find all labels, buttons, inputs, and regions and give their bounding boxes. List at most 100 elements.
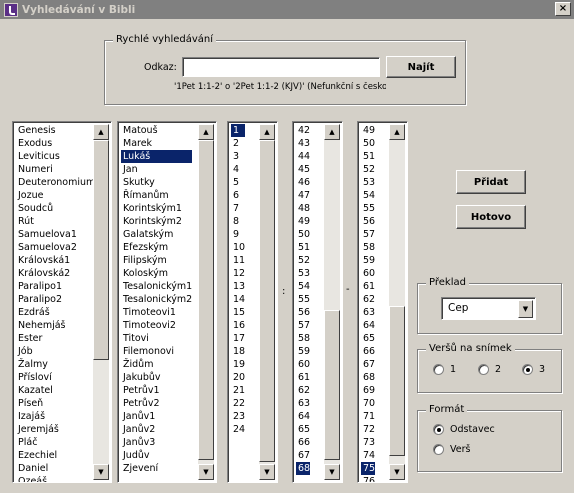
- list-item[interactable]: Pláč: [16, 436, 95, 449]
- list-item[interactable]: Žalmy: [16, 358, 95, 371]
- list-item[interactable]: Deuteronomium: [16, 176, 95, 189]
- scroll-up-arrow-icon[interactable]: ▲: [93, 124, 109, 140]
- radio-button[interactable]: [433, 364, 444, 375]
- list-item[interactable]: 45: [296, 163, 310, 176]
- list-item[interactable]: 61: [296, 371, 310, 384]
- list-item[interactable]: 67: [296, 449, 310, 462]
- reference-input[interactable]: [182, 57, 380, 77]
- list-item[interactable]: 54: [296, 280, 310, 293]
- list-item[interactable]: Matouš: [121, 124, 192, 137]
- list-item[interactable]: 59: [361, 254, 375, 267]
- list-item[interactable]: 63: [296, 397, 310, 410]
- list-item[interactable]: 59: [296, 345, 310, 358]
- list-item[interactable]: 69: [361, 384, 375, 397]
- list-item[interactable]: 6: [231, 189, 245, 202]
- list-item[interactable]: 14: [231, 293, 245, 306]
- scroll-down-arrow-icon[interactable]: ▼: [198, 464, 214, 480]
- list-item[interactable]: 64: [296, 410, 310, 423]
- list-item[interactable]: Ester: [16, 332, 95, 345]
- scroll-thumb[interactable]: [198, 140, 214, 460]
- list-item[interactable]: 51: [296, 241, 310, 254]
- new-testament-scrollbar[interactable]: ▲ ▼: [198, 124, 214, 480]
- list-item[interactable]: Timoteovi2: [121, 319, 192, 332]
- list-item[interactable]: 72: [361, 423, 375, 436]
- list-item[interactable]: 19: [231, 358, 245, 371]
- list-item[interactable]: 18: [231, 345, 245, 358]
- list-item[interactable]: Jakubův: [121, 371, 192, 384]
- list-item[interactable]: Numeri: [16, 163, 95, 176]
- list-item[interactable]: Janův1: [121, 410, 192, 423]
- list-item[interactable]: 1: [231, 124, 246, 137]
- list-item[interactable]: Tesalonickým1: [121, 280, 192, 293]
- done-button[interactable]: Hotovo: [456, 205, 526, 229]
- list-item[interactable]: 3: [231, 150, 245, 163]
- list-item[interactable]: 74: [361, 449, 375, 462]
- list-item[interactable]: 51: [361, 150, 375, 163]
- list-item[interactable]: 5: [231, 176, 245, 189]
- list-item[interactable]: 67: [361, 358, 375, 371]
- list-item[interactable]: 52: [361, 163, 375, 176]
- list-item[interactable]: 12: [231, 267, 245, 280]
- scroll-up-arrow-icon[interactable]: ▲: [389, 124, 405, 140]
- list-item[interactable]: 46: [296, 176, 310, 189]
- verse-from-list[interactable]: 42 43 44 45 46 47 48 49 50 51 52 53 54 55 56 57 58 59 60 61…: [292, 121, 343, 483]
- list-item[interactable]: 10: [231, 241, 245, 254]
- list-item[interactable]: 66: [361, 345, 375, 358]
- list-item[interactable]: Izajáš: [16, 410, 95, 423]
- verses-per-slide-option-2[interactable]: 2: [478, 364, 501, 375]
- list-item[interactable]: 16: [231, 319, 245, 332]
- list-item[interactable]: Paralipo1: [16, 280, 95, 293]
- list-item[interactable]: 62: [296, 384, 310, 397]
- chapter-list[interactable]: 1 2 3 4 5 6 7 8 9 10 11 12 13 14 15 16 17 18 19 20 21 22 23 24 …: [227, 121, 278, 483]
- list-item[interactable]: 2: [231, 137, 245, 150]
- list-item[interactable]: Ezdráš: [16, 306, 95, 319]
- list-item[interactable]: 58: [296, 332, 310, 345]
- list-item[interactable]: Římanům: [121, 189, 192, 202]
- scroll-up-arrow-icon[interactable]: ▲: [198, 124, 214, 140]
- list-item[interactable]: 13: [231, 280, 245, 293]
- scroll-up-arrow-icon[interactable]: ▲: [259, 124, 275, 140]
- list-item[interactable]: Timoteovi1: [121, 306, 192, 319]
- radio-button[interactable]: [433, 424, 444, 435]
- find-button[interactable]: Najít: [386, 56, 456, 78]
- list-item[interactable]: Janův3: [121, 436, 192, 449]
- list-item[interactable]: 75: [361, 462, 376, 475]
- list-item[interactable]: Ezechiel: [16, 449, 95, 462]
- new-testament-list[interactable]: Matouš Marek Lukáš Jan Skutky Římanům Korintsk…: [117, 121, 217, 483]
- list-item[interactable]: 20: [231, 371, 245, 384]
- list-item[interactable]: 61: [361, 280, 375, 293]
- list-item[interactable]: Genesis: [16, 124, 95, 137]
- list-item[interactable]: Jeremjáš: [16, 423, 95, 436]
- list-item[interactable]: Korintským2: [121, 215, 192, 228]
- scroll-up-arrow-icon[interactable]: ▲: [324, 124, 340, 140]
- list-item[interactable]: Petrův1: [121, 384, 192, 397]
- list-item[interactable]: 68: [361, 371, 375, 384]
- scroll-down-arrow-icon[interactable]: ▼: [93, 464, 109, 480]
- list-item[interactable]: 43: [296, 137, 310, 150]
- format-option-paragraph[interactable]: Odstavec: [433, 424, 495, 435]
- list-item[interactable]: 56: [296, 306, 310, 319]
- list-item[interactable]: Exodus: [16, 137, 95, 150]
- list-item[interactable]: 65: [296, 423, 310, 436]
- list-item[interactable]: 17: [231, 332, 245, 345]
- list-item[interactable]: Janův2: [121, 423, 192, 436]
- list-item[interactable]: Filemonovi: [121, 345, 192, 358]
- list-item[interactable]: 50: [296, 228, 310, 241]
- list-item[interactable]: 15: [231, 306, 245, 319]
- list-item[interactable]: Nehemjáš: [16, 319, 95, 332]
- list-item[interactable]: Rút: [16, 215, 95, 228]
- list-item[interactable]: Korintským1: [121, 202, 192, 215]
- list-item[interactable]: Skutky: [121, 176, 192, 189]
- list-item[interactable]: 73: [361, 436, 375, 449]
- list-item[interactable]: 70: [361, 397, 375, 410]
- list-item[interactable]: Královská1: [16, 254, 95, 267]
- old-testament-scrollbar[interactable]: ▲ ▼: [93, 124, 109, 480]
- list-item[interactable]: Židům: [121, 358, 192, 371]
- list-item[interactable]: Kazatel: [16, 384, 95, 397]
- list-item[interactable]: 57: [296, 319, 310, 332]
- list-item[interactable]: Marek: [121, 137, 192, 150]
- list-item[interactable]: Píseň: [16, 397, 95, 410]
- old-testament-list[interactable]: Genesis Exodus Leviticus Numeri Deuteronomiu…: [12, 121, 112, 483]
- verses-per-slide-option-3[interactable]: 3: [522, 364, 545, 375]
- list-item[interactable]: Koloským: [121, 267, 192, 280]
